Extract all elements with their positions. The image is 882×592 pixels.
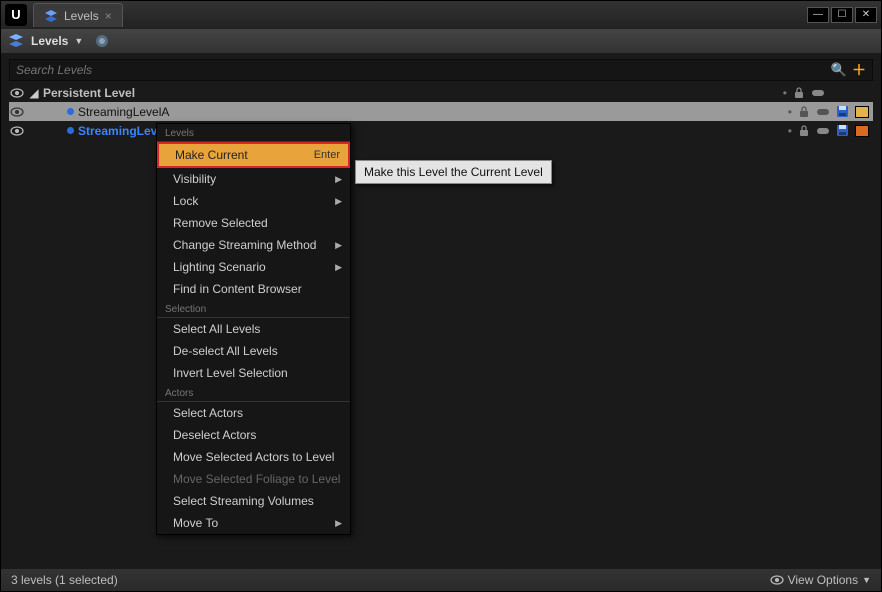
ctx-label: Lighting Scenario: [173, 260, 266, 274]
ctx-section-selection: Selection: [157, 300, 350, 318]
ctx-select-all[interactable]: Select All Levels: [157, 318, 350, 340]
row-dirty-dot: •: [788, 124, 792, 138]
window-close-button[interactable]: ✕: [855, 7, 877, 23]
streaming-indicator: [67, 127, 74, 134]
panel-tab-levels[interactable]: Levels ×: [33, 3, 123, 27]
ctx-select-streaming[interactable]: Select Streaming Volumes: [157, 490, 350, 512]
ctx-visibility[interactable]: Visibility ▶: [157, 168, 350, 190]
toolbar-title: Levels: [31, 34, 68, 48]
streaming-indicator: [67, 108, 74, 115]
levels-tab-icon: [44, 9, 58, 23]
ctx-shortcut: Enter: [314, 149, 340, 161]
ctx-section-levels: Levels: [157, 124, 350, 142]
ctx-label: Move To: [173, 516, 218, 530]
search-input[interactable]: [16, 63, 830, 77]
view-options-label: View Options: [788, 573, 858, 587]
lock-icon[interactable]: [793, 87, 805, 99]
close-tab-icon[interactable]: ×: [105, 9, 112, 23]
title-bar: U Levels × — ☐ ✕: [1, 1, 881, 29]
ctx-label: Change Streaming Method: [173, 238, 316, 252]
chevron-right-icon: ▶: [335, 262, 342, 273]
level-color-swatch[interactable]: [855, 125, 869, 137]
ctx-label: Move Selected Foliage to Level: [173, 472, 340, 486]
ctx-label: Lock: [173, 194, 198, 208]
ctx-label: Select All Levels: [173, 322, 260, 336]
add-level-button[interactable]: ＋: [852, 60, 866, 80]
status-text: 3 levels (1 selected): [11, 573, 118, 587]
ctx-select-actors[interactable]: Select Actors: [157, 402, 350, 424]
ctx-deselect-actors[interactable]: Deselect Actors: [157, 424, 350, 446]
view-options-button[interactable]: View Options ▼: [770, 573, 871, 587]
ctx-lighting-scenario[interactable]: Lighting Scenario ▶: [157, 256, 350, 278]
chevron-right-icon: ▶: [335, 174, 342, 185]
chevron-right-icon: ▶: [335, 518, 342, 529]
summon-world-icon[interactable]: [93, 32, 111, 50]
gamepad-icon[interactable]: [816, 107, 830, 117]
row-dirty-dot: •: [783, 86, 787, 100]
visibility-toggle[interactable]: [9, 85, 25, 101]
save-icon[interactable]: [836, 124, 849, 137]
chevron-down-icon: ▼: [862, 575, 871, 585]
ctx-move-foliage: Move Selected Foliage to Level: [157, 468, 350, 490]
lock-icon[interactable]: [798, 106, 810, 118]
levels-dropdown-arrow[interactable]: ▼: [74, 36, 83, 46]
toolbar: Levels ▼: [1, 29, 881, 53]
visibility-toggle[interactable]: [9, 104, 25, 120]
ctx-move-to[interactable]: Move To ▶: [157, 512, 350, 534]
window-maximize-button[interactable]: ☐: [831, 7, 853, 23]
ctx-label: Visibility: [173, 172, 216, 186]
ctx-find-browser[interactable]: Find in Content Browser: [157, 278, 350, 300]
level-name: Persistent Level: [43, 86, 783, 100]
search-icon[interactable]: 🔍: [830, 61, 848, 79]
row-dirty-dot: •: [788, 105, 792, 119]
ctx-move-actors[interactable]: Move Selected Actors to Level: [157, 446, 350, 468]
save-icon[interactable]: [836, 105, 849, 118]
status-bar: 3 levels (1 selected) View Options ▼: [1, 569, 881, 591]
ctx-make-current[interactable]: Make Current Enter: [157, 142, 350, 168]
context-menu: Levels Make Current Enter Visibility ▶ Lo…: [156, 123, 351, 535]
level-name: StreamingLevelA: [78, 105, 788, 119]
ctx-label: Remove Selected: [173, 216, 268, 230]
unreal-logo-icon: U: [5, 4, 27, 26]
window-minimize-button[interactable]: —: [807, 7, 829, 23]
ctx-change-streaming[interactable]: Change Streaming Method ▶: [157, 234, 350, 256]
chevron-right-icon: ▶: [335, 240, 342, 251]
levels-icon: [7, 32, 25, 50]
level-row-b[interactable]: StreamingLevelB •: [9, 121, 873, 140]
ctx-label: Make Current: [175, 148, 248, 162]
ctx-label: Find in Content Browser: [173, 282, 302, 296]
ctx-label: Move Selected Actors to Level: [173, 450, 334, 464]
levels-list: ◢ Persistent Level • StreamingLevelA •: [1, 83, 881, 140]
level-row-a[interactable]: StreamingLevelA •: [9, 102, 873, 121]
ctx-section-actors: Actors: [157, 384, 350, 402]
ctx-label: Select Streaming Volumes: [173, 494, 314, 508]
search-bar: 🔍 ＋: [9, 59, 873, 81]
ctx-label: Select Actors: [173, 406, 243, 420]
tab-label: Levels: [64, 9, 99, 23]
ctx-lock[interactable]: Lock ▶: [157, 190, 350, 212]
ctx-label: Invert Level Selection: [173, 366, 288, 380]
gamepad-icon[interactable]: [811, 88, 825, 98]
ctx-deselect-all[interactable]: De-select All Levels: [157, 340, 350, 362]
eye-icon: [770, 575, 784, 585]
tooltip: Make this Level the Current Level: [355, 160, 552, 184]
level-row-persistent[interactable]: ◢ Persistent Level •: [9, 83, 873, 102]
ctx-invert-sel[interactable]: Invert Level Selection: [157, 362, 350, 384]
level-color-swatch[interactable]: [855, 106, 869, 118]
visibility-toggle[interactable]: [9, 123, 25, 139]
lock-icon[interactable]: [798, 125, 810, 137]
ctx-remove-selected[interactable]: Remove Selected: [157, 212, 350, 234]
chevron-right-icon: ▶: [335, 196, 342, 207]
ctx-label: De-select All Levels: [173, 344, 278, 358]
expand-toggle[interactable]: ◢: [29, 86, 39, 100]
gamepad-icon[interactable]: [816, 126, 830, 136]
ctx-label: Deselect Actors: [173, 428, 256, 442]
